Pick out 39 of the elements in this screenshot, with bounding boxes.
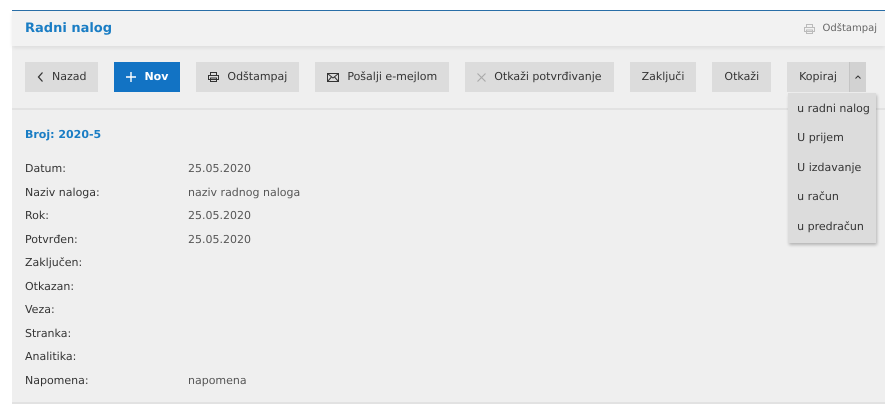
print-button[interactable]: Odštampaj: [196, 62, 300, 92]
new-button[interactable]: Nov: [114, 62, 180, 92]
cancel-confirmation-button[interactable]: Otkaži potvrđivanje: [465, 62, 614, 92]
dropdown-toggle[interactable]: [848, 62, 866, 92]
print-link[interactable]: Odštampaj: [804, 21, 877, 36]
toolbar-button[interactable]: Otkaži: [712, 62, 772, 92]
back-button[interactable]: Nazad: [25, 62, 98, 92]
caret-up-icon: [854, 75, 861, 79]
field-label: Naziv naloga:: [25, 184, 101, 200]
cross-icon: [477, 72, 486, 82]
envelope-icon: [327, 72, 340, 82]
menu-item[interactable]: U izdavanje: [788, 153, 876, 182]
printer-icon: [804, 24, 815, 34]
copy-button[interactable]: Kopiraj: [787, 62, 849, 92]
menu-item[interactable]: u radni nalog: [788, 94, 876, 124]
menu-item[interactable]: U prijem: [788, 124, 876, 153]
menu-item[interactable]: u predračun: [788, 212, 876, 242]
field-label: Analitika:: [25, 349, 78, 365]
field-label: Otkazan:: [25, 278, 76, 294]
page-title: Radni nalog: [25, 20, 112, 38]
field-label: Zaključen:: [25, 255, 84, 271]
field-label: Datum:: [25, 161, 67, 177]
field-label: Napomena:: [25, 372, 90, 388]
field-label: Veza:: [25, 302, 56, 318]
field-label: Rok:: [25, 208, 50, 224]
field-label: Stranka:: [25, 326, 72, 342]
plus-icon: [126, 72, 136, 82]
field-label: Potvrđen:: [25, 232, 79, 248]
email-button[interactable]: Pošalji e-mejlom: [315, 62, 450, 92]
field-value: naziv radnog naloga: [188, 184, 300, 200]
field-value: 25.05.2020: [188, 232, 251, 248]
printer-icon: [208, 72, 220, 82]
document-number: Broj: 2020-5: [25, 127, 102, 143]
chevron-left-icon: [37, 72, 44, 82]
field-value: 25.05.2020: [188, 161, 251, 177]
field-value: napomena: [188, 372, 247, 388]
field-value: 25.05.2020: [188, 208, 251, 224]
menu-item[interactable]: u račun: [788, 182, 876, 212]
toolbar-button[interactable]: Zaključi: [630, 62, 696, 92]
